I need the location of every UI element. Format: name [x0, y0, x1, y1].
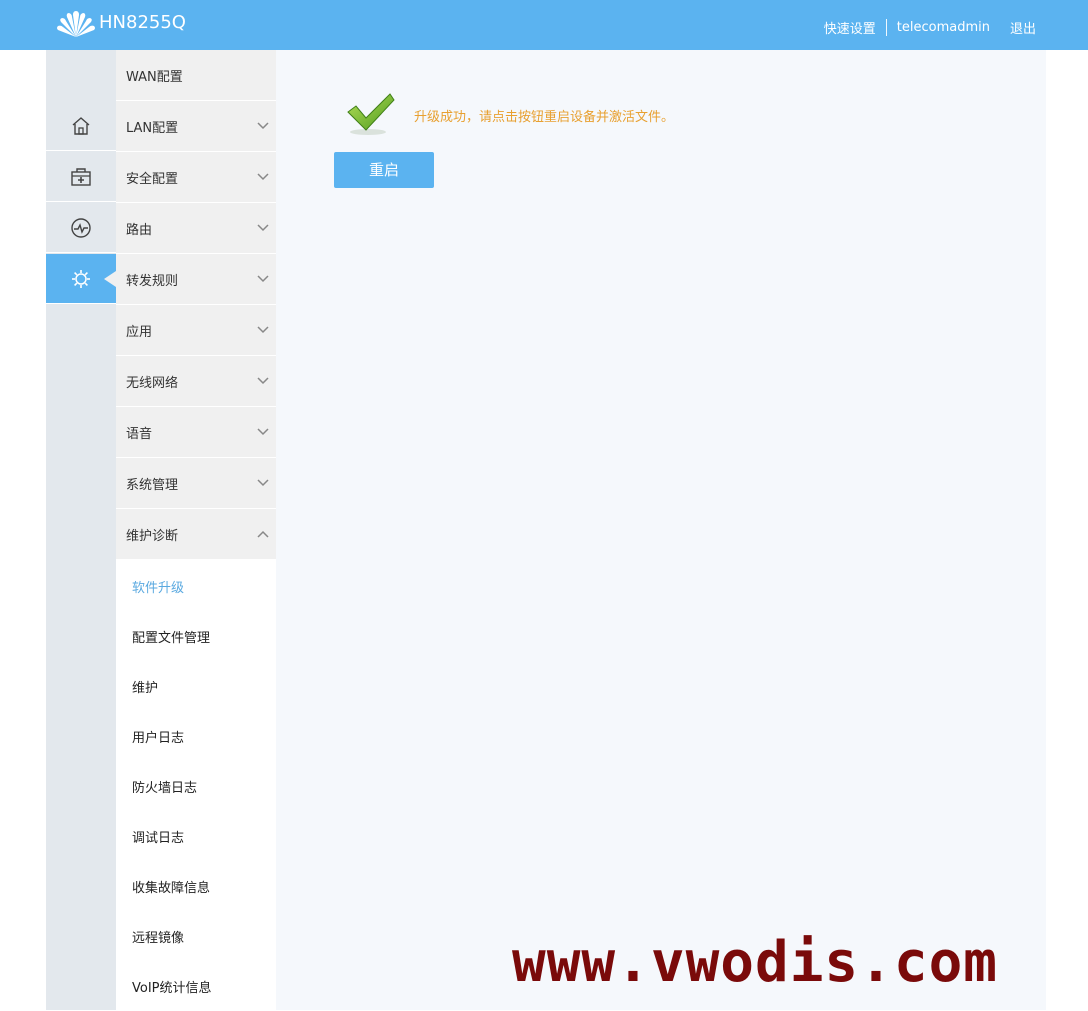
gear-icon [72, 269, 90, 288]
chevron-up-icon [257, 530, 269, 538]
menu-item-label: 路由 [126, 222, 153, 238]
chevron-down-icon [257, 173, 269, 181]
icon-sidebar [46, 50, 116, 1010]
menu-item-label: WAN配置 [126, 69, 183, 85]
submenu-item-collect-fault[interactable]: 收集故障信息 [116, 861, 276, 911]
nav-diagnostics[interactable] [46, 203, 116, 253]
submenu-item-config-file[interactable]: 配置文件管理 [116, 611, 276, 661]
menu-item-voice[interactable]: 语音 [116, 407, 276, 458]
chevron-down-icon [257, 275, 269, 283]
menu-item-label: 安全配置 [126, 171, 179, 187]
menu-item-label: 无线网络 [126, 375, 179, 391]
nav-toolbox[interactable] [46, 152, 116, 202]
chevron-down-icon [257, 224, 269, 232]
menu-item-system[interactable]: 系统管理 [116, 458, 276, 509]
menu-item-routing[interactable]: 路由 [116, 203, 276, 254]
submenu-item-user-log[interactable]: 用户日志 [116, 711, 276, 761]
home-icon [72, 116, 90, 135]
menu-item-label: 维护诊断 [126, 528, 179, 544]
toolbox-icon [71, 167, 91, 186]
menu-item-label: 应用 [126, 324, 153, 340]
submenu-item-firewall-log[interactable]: 防火墙日志 [116, 761, 276, 811]
top-links: 快速设置 telecomadmin 退出 [824, 18, 1036, 37]
menu-item-label: 转发规则 [126, 273, 179, 289]
chevron-down-icon [257, 428, 269, 436]
nav-home[interactable] [46, 101, 116, 151]
menu-item-label: LAN配置 [126, 120, 179, 136]
username-link[interactable]: telecomadmin [897, 20, 990, 35]
quick-setup-link[interactable]: 快速设置 [824, 18, 876, 37]
menu-item-wireless[interactable]: 无线网络 [116, 356, 276, 407]
menu-item-maintenance[interactable]: 维护诊断 [116, 509, 276, 560]
menu-item-forwarding[interactable]: 转发规则 [116, 254, 276, 305]
submenu-item-maintain[interactable]: 维护 [116, 661, 276, 711]
menu-item-wan[interactable]: WAN配置 [116, 50, 276, 101]
menu-item-lan[interactable]: LAN配置 [116, 101, 276, 152]
submenu-item-remote-mirror[interactable]: 远程镜像 [116, 911, 276, 961]
menu-item-label: 语音 [126, 426, 153, 442]
chevron-down-icon [257, 122, 269, 130]
chevron-down-icon [257, 377, 269, 385]
top-bar: HN8255Q 快速设置 telecomadmin 退出 [0, 0, 1088, 50]
reboot-button[interactable]: 重启 [334, 152, 434, 188]
menu-item-security[interactable]: 安全配置 [116, 152, 276, 203]
menu-item-application[interactable]: 应用 [116, 305, 276, 356]
nav-settings[interactable] [46, 254, 116, 304]
chevron-down-icon [257, 326, 269, 334]
menu-sidebar: WAN配置 LAN配置 安全配置 路由 转发规则 应用 无线网络 语音 系统管理… [116, 50, 276, 1011]
watermark-text: www.vwodis.com [512, 930, 999, 995]
logout-link[interactable]: 退出 [1010, 18, 1036, 37]
menu-item-label: 系统管理 [126, 477, 179, 493]
chevron-down-icon [257, 479, 269, 487]
main-content: 升级成功，请点击按钮重启设备并激活文件。 重启 [276, 50, 1046, 1010]
submenu-item-voip-stats[interactable]: VoIP统计信息 [116, 961, 276, 1011]
device-model-title: HN8255Q [99, 12, 186, 33]
submenu-item-debug-log[interactable]: 调试日志 [116, 811, 276, 861]
huawei-logo-icon [57, 11, 95, 37]
success-check-icon [347, 93, 395, 135]
upgrade-success-message: 升级成功，请点击按钮重启设备并激活文件。 [414, 110, 675, 125]
divider [885, 19, 887, 36]
pulse-icon [71, 217, 91, 238]
submenu-item-software-upgrade[interactable]: 软件升级 [116, 561, 276, 611]
